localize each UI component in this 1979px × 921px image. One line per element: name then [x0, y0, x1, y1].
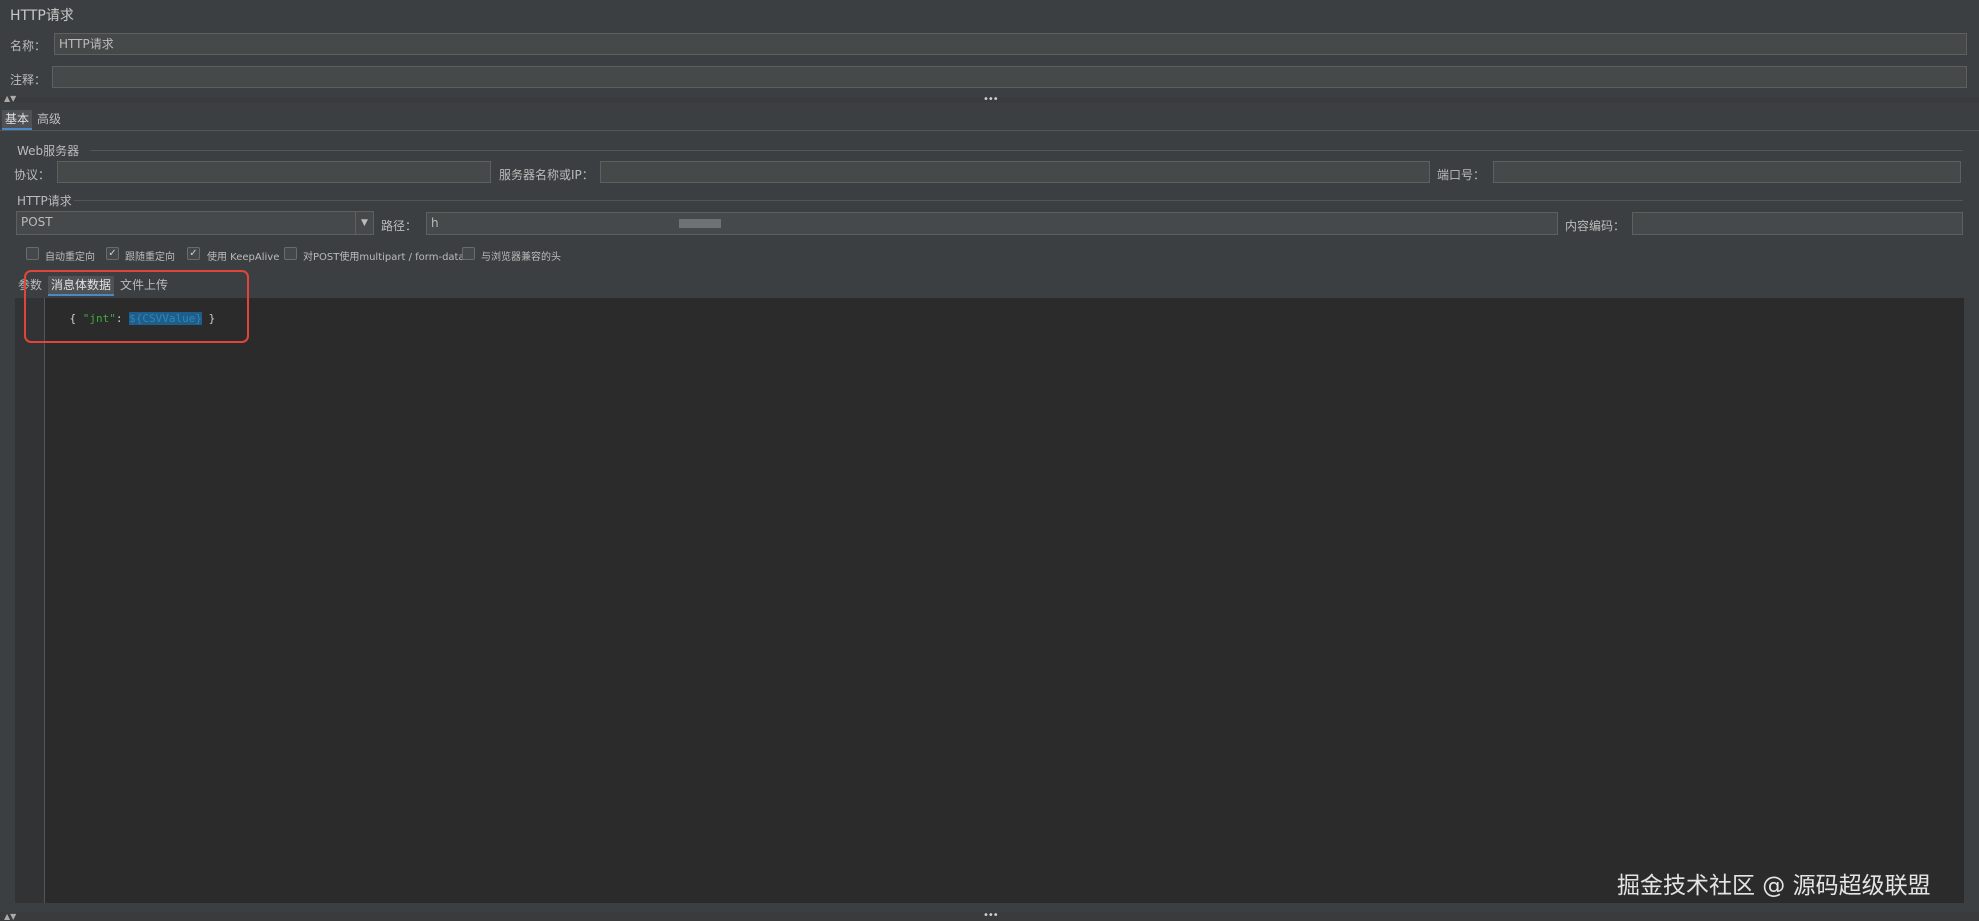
tab-basic[interactable]: 基本 — [2, 110, 33, 130]
chevron-down-icon[interactable]: ▼ — [355, 212, 373, 234]
http-request-section-title: HTTP请求 — [17, 194, 72, 208]
drag-handle-icon[interactable]: ••• — [983, 95, 999, 105]
drag-handle-icon-bottom[interactable]: ••• — [983, 911, 999, 921]
collapse-arrows-icon-bottom[interactable]: ▲▼ — [4, 912, 16, 921]
multipart-checkbox[interactable] — [284, 247, 297, 260]
http-request-divider — [74, 200, 1963, 201]
watermark: 掘金技术社区 @ 源码超级联盟 — [1617, 873, 1931, 899]
port-label: 端口号： — [1437, 168, 1486, 182]
comment-field[interactable] — [52, 66, 1967, 88]
multipart-label: 对POST使用multipart / form-data — [303, 252, 465, 263]
body-editor[interactable]: { "jnt": ${CSVValue} } — [15, 298, 1964, 903]
auto-redirect-label: 自动重定向 — [45, 252, 95, 263]
web-server-section-title: Web服务器 — [17, 144, 80, 158]
path-label: 路径： — [381, 219, 418, 233]
name-field[interactable]: HTTP请求 — [54, 33, 1967, 55]
method-select[interactable]: POST ▼ — [16, 211, 374, 235]
port-field[interactable] — [1493, 161, 1961, 183]
collapse-arrows-icon[interactable]: ▲▼ — [4, 94, 16, 103]
follow-redirect-label: 跟随重定向 — [125, 252, 175, 263]
browser-headers-label: 与浏览器兼容的头 — [481, 252, 561, 263]
highlight-annotation-box — [24, 270, 249, 343]
splitter-top[interactable]: ▲▼ ••• — [0, 94, 1979, 105]
web-server-divider — [90, 150, 1963, 151]
method-value: POST — [21, 215, 53, 229]
server-label: 服务器名称或IP： — [499, 168, 594, 182]
auto-redirect-checkbox[interactable] — [26, 247, 39, 260]
keepalive-label: 使用 KeepAlive — [207, 252, 280, 263]
server-field[interactable] — [600, 161, 1430, 183]
tab-advanced[interactable]: 高级 — [34, 110, 64, 130]
follow-redirect-checkbox[interactable]: ✓ — [106, 247, 119, 260]
comment-label: 注释： — [10, 73, 47, 87]
tabs-divider — [0, 130, 1979, 131]
path-field[interactable]: h — [426, 212, 1558, 235]
redacted-block — [679, 219, 721, 228]
keepalive-checkbox[interactable]: ✓ — [187, 247, 200, 260]
splitter-bottom[interactable]: ▲▼ ••• — [0, 911, 1979, 921]
browser-headers-checkbox[interactable] — [462, 247, 475, 260]
path-value: h — [431, 216, 439, 230]
encoding-field[interactable] — [1632, 212, 1963, 235]
name-label: 名称： — [10, 39, 47, 53]
protocol-field[interactable] — [57, 161, 491, 183]
panel-title: HTTP请求 — [10, 8, 74, 24]
line-number-gutter — [15, 298, 45, 903]
protocol-label: 协议： — [14, 168, 51, 182]
encoding-label: 内容编码： — [1565, 219, 1626, 233]
